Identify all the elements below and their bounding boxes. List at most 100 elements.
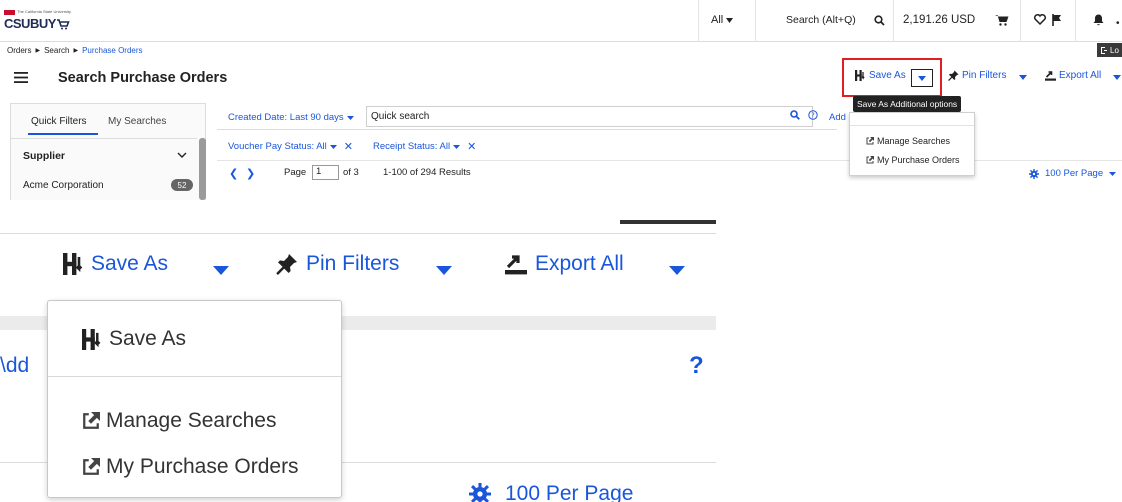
topbar-divider (1075, 0, 1076, 42)
breadcrumb-orders[interactable]: Orders (7, 46, 31, 55)
caret-down-icon (1109, 171, 1117, 176)
help-icon[interactable]: ? (689, 352, 704, 380)
export-icon (505, 255, 527, 275)
supplier-filter-heading[interactable]: Supplier (23, 150, 65, 162)
export-all-label: Export All (535, 252, 624, 275)
divider (0, 233, 716, 234)
breadcrumb-purchase-orders[interactable]: Purchase Orders (82, 46, 142, 55)
external-link-icon (83, 412, 100, 429)
menu-item-label: Save As (109, 327, 187, 350)
logo-cart-icon (56, 19, 70, 30)
hamburger-menu-icon[interactable] (14, 72, 28, 83)
page-title: Search Purchase Orders (58, 70, 228, 86)
supplier-filter-option[interactable]: Acme Corporation (23, 180, 104, 191)
caret-down-icon[interactable] (669, 266, 685, 275)
filter-bar (217, 103, 837, 130)
logout-button[interactable]: Lo (1097, 43, 1122, 57)
quick-filters-sidebar: Quick Filters My Searches Supplier Acme … (10, 103, 206, 200)
pin-filters-label: Pin Filters (306, 252, 400, 275)
topbar-divider (698, 0, 699, 42)
active-tab-indicator (28, 133, 98, 135)
logo-text: CSUBUY (4, 16, 56, 31)
pin-filters-caret-icon[interactable] (1019, 75, 1027, 80)
breadcrumb-arrow-icon: ▶ (73, 48, 79, 54)
save-as-options-tooltip: Save As Additional options (853, 96, 962, 112)
add-filter-link[interactable]: \dd (0, 354, 29, 378)
previous-page-icon[interactable]: ❮ (229, 167, 238, 180)
logout-icon (1101, 46, 1107, 54)
flag-icon[interactable] (1052, 14, 1062, 26)
caret-down-icon[interactable] (436, 266, 452, 275)
global-search-input[interactable]: Search (Alt+Q) (786, 14, 856, 26)
menu-item-label: My Purchase Orders (106, 455, 299, 478)
menu-item-label: My Purchase Orders (877, 155, 960, 165)
per-page-label: 100 Per Page (505, 482, 634, 502)
breadcrumb: Orders ▶ Search ▶ Purchase Orders (7, 46, 143, 55)
receipt-status-filter[interactable]: Receipt Status: All ✕ (373, 140, 476, 153)
export-all-caret-icon[interactable] (1113, 75, 1121, 80)
logo-tagline: The California State University (17, 9, 72, 14)
search-icon[interactable] (874, 15, 885, 26)
export-all-button[interactable]: Export All (505, 252, 624, 276)
tab-my-searches[interactable]: My Searches (108, 116, 166, 127)
menu-item-my-purchase-orders[interactable]: My Purchase Orders (82, 455, 299, 479)
pin-filters-label: Pin Filters (962, 70, 1007, 81)
top-navigation-bar: The California State University CSUBUY A… (0, 0, 1122, 42)
voucher-pay-status-label: Voucher Pay Status: All (228, 141, 327, 152)
voucher-pay-status-filter[interactable]: Voucher Pay Status: All ✕ (228, 140, 353, 153)
menu-item-label: Manage Searches (106, 409, 277, 432)
export-all-button[interactable]: Export All (1045, 70, 1101, 81)
breadcrumb-search[interactable]: Search (44, 46, 69, 55)
divider (11, 138, 197, 139)
caret-down-icon (726, 17, 734, 23)
topbar-divider (893, 0, 894, 42)
menu-item-save-as[interactable]: Save As (82, 327, 186, 351)
search-scope-label: All (711, 14, 724, 26)
bell-icon[interactable] (1093, 14, 1104, 26)
chevron-down-icon[interactable] (177, 152, 187, 158)
pin-icon (276, 254, 297, 275)
page-number-input[interactable]: 1 (312, 165, 339, 180)
save-as-button[interactable]: Save As (63, 252, 168, 276)
pin-filters-button[interactable]: Pin Filters (276, 252, 399, 276)
caret-down-icon[interactable] (213, 266, 229, 275)
menu-item-manage-searches[interactable]: Manage Searches (82, 409, 276, 433)
external-link-icon (866, 156, 874, 164)
page-count: of 3 (343, 167, 359, 178)
pin-icon (948, 70, 959, 81)
receipt-status-label: Receipt Status: All (373, 141, 451, 152)
per-page-dropdown[interactable]: 100 Per Page (469, 482, 633, 502)
more-icon[interactable]: • (1116, 18, 1120, 29)
csubuy-logo[interactable]: The California State University CSUBUY (4, 9, 76, 34)
results-summary: 1-100 of 294 Results (383, 167, 471, 178)
save-as-options-menu: Manage Searches My Purchase Orders (849, 112, 975, 176)
menu-item-my-purchase-orders[interactable]: My Purchase Orders (866, 155, 960, 165)
save-as-options-menu: Save As Manage Searches My Purchase Orde… (47, 300, 342, 498)
search-scope-dropdown[interactable]: All (711, 14, 734, 26)
sidebar-scrollbar[interactable] (199, 138, 206, 200)
dark-bar (620, 220, 716, 224)
caret-down-icon (453, 144, 461, 149)
menu-item-manage-searches[interactable]: Manage Searches (866, 136, 950, 146)
save-as-icon (82, 328, 101, 350)
cart-icon[interactable] (995, 14, 1009, 26)
heart-icon[interactable] (1034, 14, 1046, 25)
page-label: Page (284, 167, 307, 178)
remove-filter-close-icon[interactable]: ✕ (344, 140, 353, 153)
purchase-orders-screen: The California State University CSUBUY A… (0, 0, 1122, 200)
pin-filters-button[interactable]: Pin Filters (948, 70, 1006, 81)
per-page-dropdown[interactable]: 100 Per Page (1029, 168, 1117, 179)
zoomed-save-as-menu-view: Save As Pin Filters Export All \dd ? 100… (0, 206, 716, 502)
cart-total-amount[interactable]: 2,191.26 USD (903, 14, 975, 26)
menu-divider (48, 376, 341, 377)
gear-icon (469, 483, 491, 502)
next-page-icon[interactable]: ❯ (246, 167, 255, 180)
export-all-label: Export All (1059, 70, 1102, 81)
menu-item-label: Manage Searches (877, 136, 951, 146)
logout-label: Lo (1110, 45, 1119, 55)
menu-divider (850, 125, 974, 126)
tab-quick-filters[interactable]: Quick Filters (31, 116, 87, 127)
remove-filter-close-icon[interactable]: ✕ (467, 140, 476, 153)
highlight-annotation (842, 58, 942, 97)
per-page-label: 100 Per Page (1045, 168, 1104, 179)
